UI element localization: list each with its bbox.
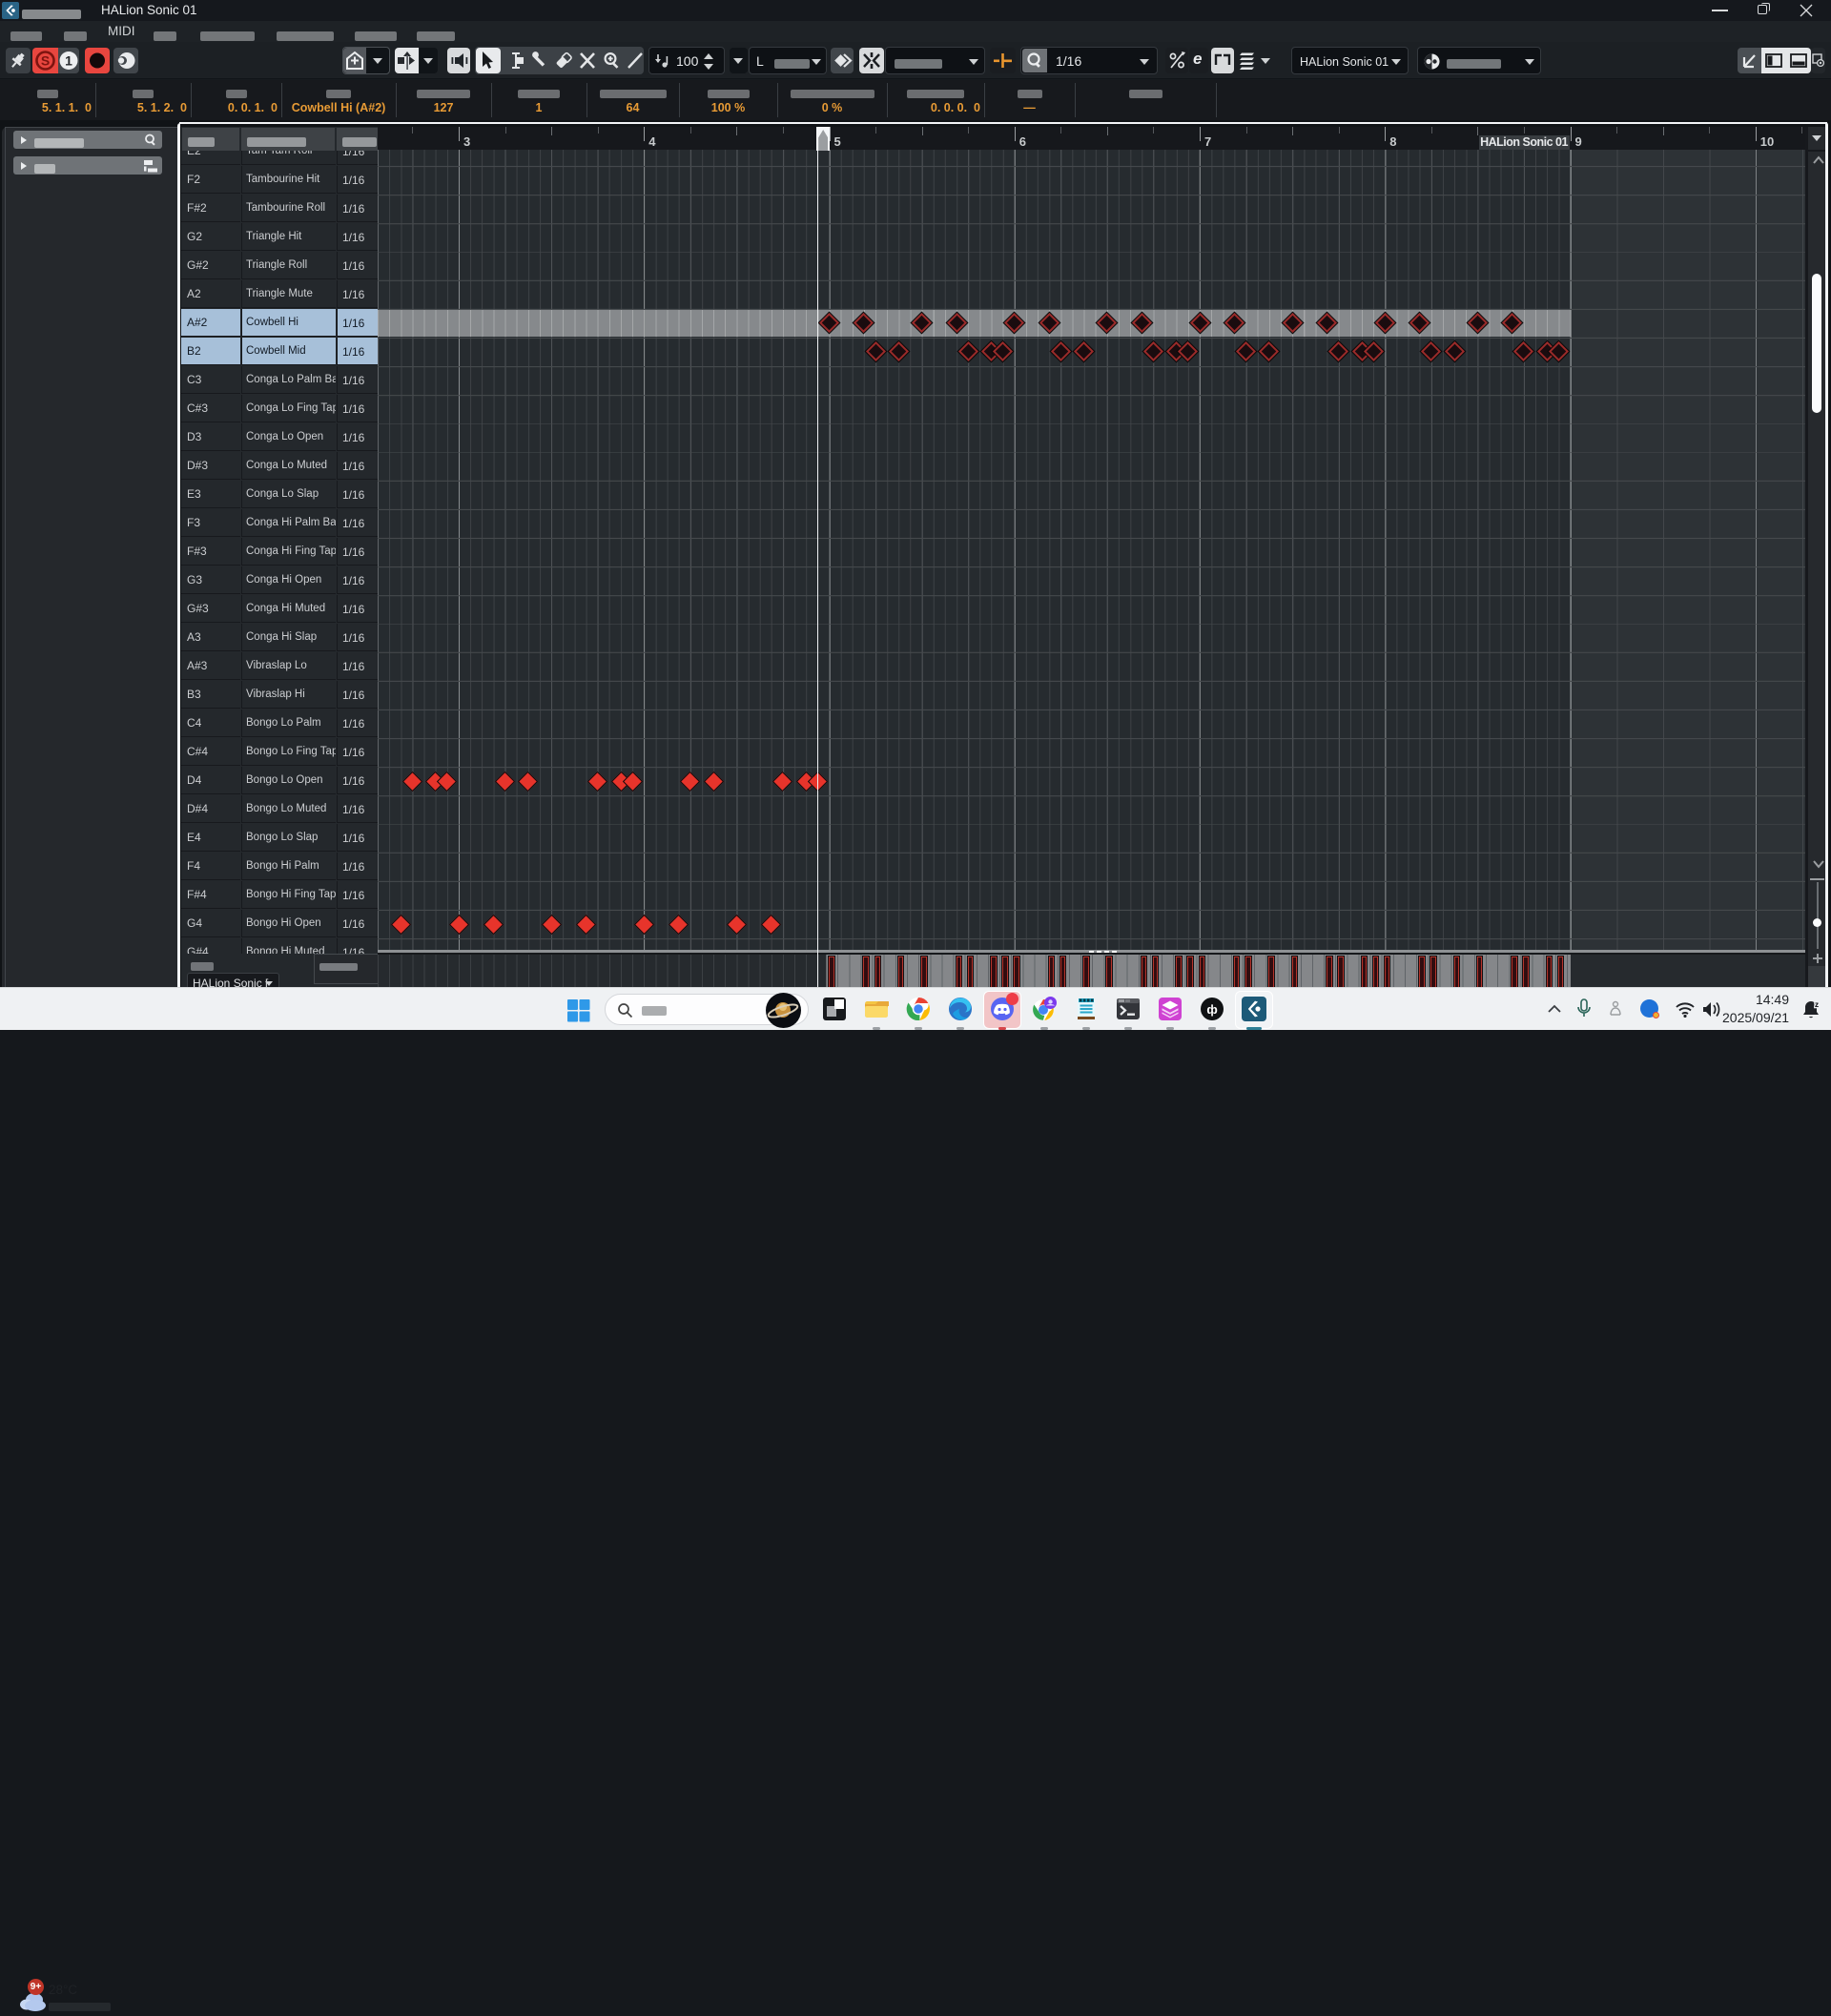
svg-text:z: z xyxy=(1815,1000,1819,1009)
svg-text:ф: ф xyxy=(1206,1002,1217,1017)
svg-text:1: 1 xyxy=(65,53,72,69)
svg-text:S: S xyxy=(41,53,50,69)
